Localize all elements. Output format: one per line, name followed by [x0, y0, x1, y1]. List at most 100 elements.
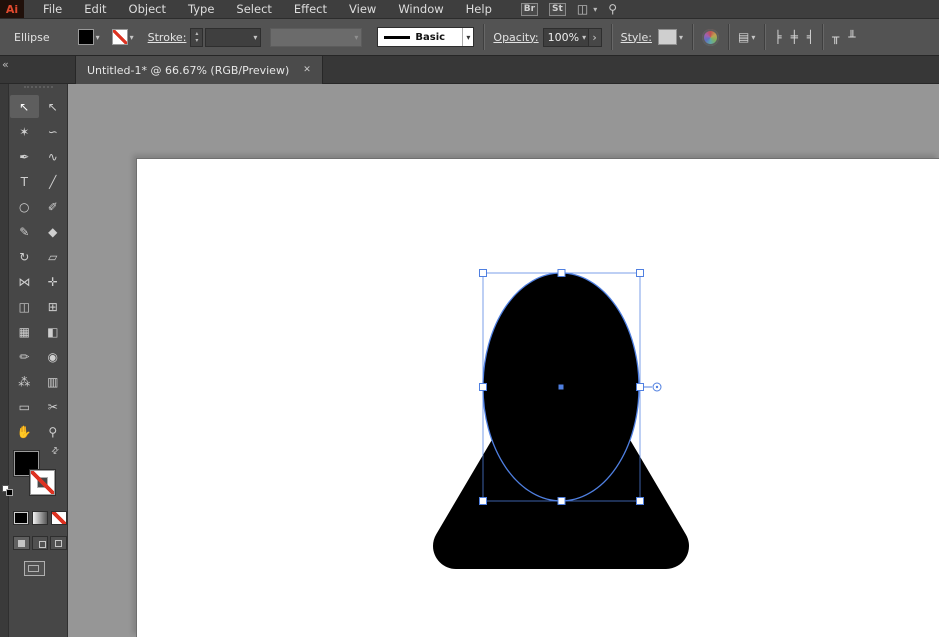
handle-top-right[interactable] — [637, 270, 644, 277]
chevron-down-icon[interactable]: ▾ — [593, 5, 597, 14]
direct-selection-tool[interactable]: ↖ — [39, 95, 68, 118]
draw-inside-button[interactable] — [50, 536, 67, 550]
artwork-group[interactable] — [425, 255, 700, 580]
align-left-icon[interactable]: ╞ — [774, 31, 781, 43]
document-setup-icon[interactable]: ▤ — [738, 31, 749, 43]
graphic-style-swatch[interactable] — [658, 29, 677, 45]
none-button[interactable] — [51, 511, 67, 525]
stroke-color-swatch[interactable] — [112, 29, 128, 45]
stepper-up-icon[interactable]: ▴ — [195, 30, 198, 37]
brush-definition-dropdown[interactable]: Basic ▾ — [377, 27, 474, 47]
canvas[interactable] — [68, 84, 939, 637]
paintbrush-tool[interactable]: ✐ — [39, 195, 68, 218]
draw-normal-button[interactable] — [13, 536, 30, 550]
default-fill-stroke-icon[interactable] — [2, 485, 14, 497]
opacity-label[interactable]: Opacity: — [493, 31, 538, 44]
pen-tool[interactable]: ✒ — [10, 145, 39, 168]
gradient-tool[interactable]: ◧ — [39, 320, 68, 343]
handle-top-left[interactable] — [480, 270, 487, 277]
panel-grip[interactable] — [24, 86, 53, 93]
collapse-panel-icon[interactable]: « — [2, 59, 9, 70]
stepper-down-icon[interactable]: ▾ — [195, 37, 198, 44]
stroke-label[interactable]: Stroke: — [148, 31, 187, 44]
menu-view[interactable]: View — [338, 2, 387, 16]
selection-tool[interactable]: ↖ — [10, 95, 39, 118]
chevron-down-icon[interactable]: ▾ — [130, 33, 134, 42]
zoom-tool[interactable]: ⚲ — [39, 420, 68, 443]
distribute-horizontal-icon[interactable]: ╨ — [848, 31, 855, 43]
stroke-weight-stepper[interactable]: ▴ ▾ — [190, 28, 203, 47]
menu-effect[interactable]: Effect — [283, 2, 338, 16]
shape-builder-tool[interactable]: ◫ — [10, 295, 39, 318]
align-right-icon[interactable]: ╡ — [807, 31, 814, 43]
menu-object[interactable]: Object — [118, 2, 177, 16]
artboard-tool[interactable]: ▭ — [10, 395, 39, 418]
line-segment-tool[interactable]: ╱ — [39, 170, 68, 193]
rotate-tool[interactable]: ↻ — [10, 245, 39, 268]
type-tool[interactable]: T — [10, 170, 39, 193]
eyedropper-tool[interactable]: ✏ — [10, 345, 39, 368]
menu-type[interactable]: Type — [177, 2, 225, 16]
default-fill-mini — [6, 489, 13, 496]
blend-tool[interactable]: ◉ — [39, 345, 68, 368]
handle-middle-right[interactable] — [637, 384, 644, 391]
magic-wand-tool[interactable]: ✶ — [10, 120, 39, 143]
opacity-panel-arrow[interactable]: › — [589, 28, 602, 47]
menu-select[interactable]: Select — [225, 2, 282, 16]
width-tool[interactable]: ⋈ — [10, 270, 39, 293]
symbol-sprayer-tool[interactable]: ⁂ — [10, 370, 39, 393]
chevron-down-icon[interactable]: ▾ — [462, 28, 473, 46]
document-tab[interactable]: Untitled-1* @ 66.67% (RGB/Preview) ✕ — [75, 56, 323, 84]
close-icon[interactable]: ✕ — [303, 65, 311, 75]
draw-behind-button[interactable] — [32, 536, 49, 550]
chevron-down-icon[interactable]: ▾ — [679, 33, 683, 42]
curvature-tool[interactable]: ∿ — [39, 145, 68, 168]
handle-bottom-left[interactable] — [480, 498, 487, 505]
chevron-down-icon[interactable]: ▾ — [96, 33, 100, 42]
bridge-icon[interactable]: Br — [521, 3, 538, 16]
tools-grid: ↖ ↖ ✶ ∽ ✒ ∿ — [10, 93, 67, 443]
slice-tool[interactable]: ✂ — [39, 395, 68, 418]
tool-icon: ◧ — [47, 326, 58, 338]
scale-tool[interactable]: ▱ — [39, 245, 68, 268]
screen-mode-button[interactable] — [24, 561, 45, 576]
free-transform-tool[interactable]: ✛ — [39, 270, 68, 293]
style-label[interactable]: Style: — [621, 31, 652, 44]
chevron-down-icon[interactable]: ▾ — [579, 33, 589, 42]
app-logo-icon[interactable]: Ai — [0, 0, 24, 18]
hand-tool[interactable]: ✋ — [10, 420, 39, 443]
chevron-down-icon[interactable]: ▾ — [250, 33, 260, 42]
lasso-tool[interactable]: ∽ — [39, 120, 68, 143]
handle-bottom-center[interactable] — [558, 498, 565, 505]
distribute-vertical-icon[interactable]: ╥ — [832, 31, 839, 43]
pencil-tool[interactable]: ✎ — [10, 220, 39, 243]
swap-fill-stroke-icon[interactable]: ⇄ — [50, 445, 62, 457]
menu-help[interactable]: Help — [455, 2, 503, 16]
ellipse-tool[interactable]: ○ — [10, 195, 39, 218]
tools-panel: ↖ ↖ ✶ ∽ ✒ ∿ — [0, 84, 68, 637]
recolor-artwork-icon[interactable] — [702, 29, 719, 46]
perspective-grid-tool[interactable]: ⊞ — [39, 295, 68, 318]
gradient-button[interactable] — [32, 511, 48, 525]
align-center-icon[interactable]: ╪ — [791, 31, 798, 43]
menu-edit[interactable]: Edit — [73, 2, 117, 16]
fill-color-swatch[interactable] — [78, 29, 94, 45]
column-graph-tool[interactable]: ▥ — [39, 370, 68, 393]
stroke-swatch[interactable] — [30, 470, 55, 495]
opacity-input[interactable]: 100% ▾ — [543, 28, 589, 47]
menu-window[interactable]: Window — [387, 2, 454, 16]
tool-icon: ✂ — [48, 401, 58, 413]
chevron-down-icon[interactable]: ▾ — [751, 33, 755, 42]
color-button[interactable] — [13, 511, 29, 525]
handle-bottom-right[interactable] — [637, 498, 644, 505]
workspace-switcher-icon[interactable]: ◫ — [577, 3, 588, 15]
handle-top-center[interactable] — [558, 270, 565, 277]
shaper-tool[interactable]: ◆ — [39, 220, 68, 243]
search-icon[interactable]: ⚲ — [608, 3, 617, 15]
menu-file[interactable]: File — [32, 2, 73, 16]
mesh-tool[interactable]: ▦ — [10, 320, 39, 343]
stock-icon[interactable]: St — [549, 3, 566, 16]
stroke-weight-dropdown[interactable]: ▾ — [205, 28, 261, 47]
handle-middle-left[interactable] — [480, 384, 487, 391]
tool-icon: ○ — [19, 201, 29, 213]
